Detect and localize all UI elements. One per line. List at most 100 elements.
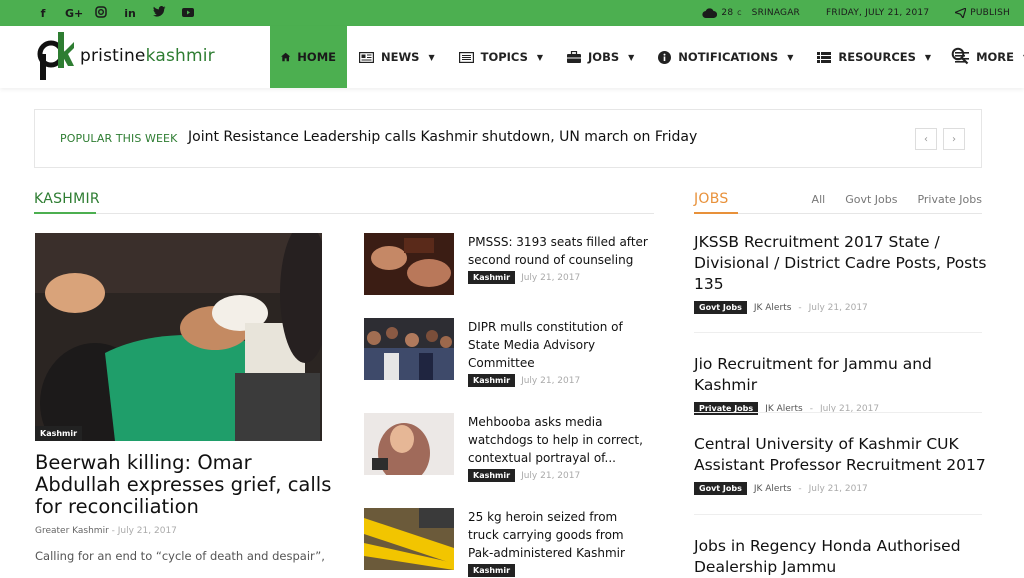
article-thumbnail — [364, 508, 454, 570]
nav-home[interactable]: HOME — [270, 26, 347, 88]
job-meta: Govt Jobs JK Alerts - July 21, 2017 — [694, 301, 989, 314]
logo-text: pristinekashmir — [80, 46, 215, 66]
ticker-headline[interactable]: Joint Resistance Leadership calls Kashmi… — [188, 129, 697, 145]
list-item[interactable]: 25 kg heroin seized from truck carrying … — [364, 508, 664, 577]
divider — [694, 412, 982, 413]
info-icon — [658, 50, 672, 64]
main-article-photo — [35, 233, 322, 441]
main-article-category[interactable]: Kashmir — [35, 426, 83, 441]
category-badge[interactable]: Kashmir — [468, 564, 516, 577]
main-article-meta: Greater Kashmir - July 21, 2017 — [35, 526, 177, 536]
category-badge[interactable]: Kashmir — [468, 374, 516, 387]
current-date: FRIDAY, JULY 21, 2017 — [826, 8, 930, 18]
article-title[interactable]: 25 kg heroin seized from truck carrying … — [468, 508, 650, 562]
article-meta: Kashmir — [468, 564, 516, 577]
twitter-icon[interactable] — [152, 6, 166, 20]
category-badge[interactable]: Private Jobs — [694, 402, 759, 415]
article-title[interactable]: PMSSS: 3193 seats filled after second ro… — [468, 233, 650, 269]
temperature-unit: C — [737, 9, 742, 17]
chevron-down-icon: ▼ — [428, 52, 435, 62]
category-badge[interactable]: Govt Jobs — [694, 301, 747, 314]
main-article-title[interactable]: Beerwah killing: Omar Abdullah expresses… — [35, 452, 335, 518]
category-badge[interactable]: Govt Jobs — [694, 482, 747, 495]
chevron-left-icon: ‹ — [924, 133, 928, 145]
facebook-icon[interactable]: f — [36, 7, 50, 20]
google-plus-icon[interactable]: G+ — [65, 7, 83, 20]
tab-private-jobs[interactable]: Private Jobs — [917, 193, 982, 206]
send-icon — [955, 8, 967, 18]
divider — [694, 514, 982, 515]
job-title[interactable]: Jobs in Regency Honda Authorised Dealers… — [694, 536, 989, 578]
ticker-label: POPULAR THIS WEEK — [60, 132, 178, 145]
nav-jobs-label: JOBS — [588, 50, 620, 64]
article-title[interactable]: Mehbooba asks media watchdogs to help in… — [468, 413, 650, 467]
search-icon[interactable] — [951, 47, 969, 65]
ticker-next-button[interactable]: › — [943, 128, 965, 150]
article-meta: Kashmir July 21, 2017 — [468, 374, 580, 387]
job-item[interactable]: Central University of Kashmir CUK Assist… — [694, 434, 989, 495]
job-title[interactable]: Central University of Kashmir CUK Assist… — [694, 434, 989, 476]
chevron-down-icon: ▼ — [628, 52, 635, 62]
tab-all[interactable]: All — [812, 193, 826, 206]
tab-govt-jobs[interactable]: Govt Jobs — [845, 193, 897, 206]
instagram-icon[interactable] — [94, 5, 108, 21]
article-date: July 21, 2017 — [521, 470, 581, 481]
nav-news[interactable]: NEWS ▼ — [347, 26, 447, 88]
linkedin-icon[interactable]: in — [123, 7, 137, 20]
main-article-date: July 21, 2017 — [117, 526, 177, 536]
main-article-image[interactable]: Kashmir — [35, 233, 322, 441]
site-logo[interactable]: pristinekashmir — [36, 30, 215, 82]
top-bar: f G+ in 28 C SRINAGAR FRIDAY, JULY 21, 2… — [0, 0, 1024, 26]
nav-notifications[interactable]: NOTIFICATIONS ▼ — [646, 26, 805, 88]
nav-home-label: HOME — [297, 50, 336, 64]
section-underline — [34, 212, 96, 214]
nav-topics-label: TOPICS — [480, 50, 528, 64]
article-meta: Kashmir July 21, 2017 — [468, 469, 580, 482]
job-meta: Govt Jobs JK Alerts - July 21, 2017 — [694, 482, 989, 495]
chevron-down-icon: ▼ — [787, 52, 794, 62]
table-list-icon — [817, 51, 832, 63]
job-meta: Private Jobs JK Alerts - July 21, 2017 — [694, 402, 989, 415]
article-thumbnail — [364, 233, 454, 295]
ticker-prev-button[interactable]: ‹ — [915, 128, 937, 150]
list-item[interactable]: PMSSS: 3193 seats filled after second ro… — [364, 233, 664, 295]
chevron-right-icon: › — [952, 133, 956, 145]
nav-jobs[interactable]: JOBS ▼ — [555, 26, 646, 88]
home-icon — [281, 52, 291, 62]
logo-text-kashmir: kashmir — [145, 46, 215, 66]
article-title[interactable]: DIPR mulls constitution of State Media A… — [468, 318, 650, 372]
main-article-excerpt: Calling for an end to “cycle of death an… — [35, 549, 325, 563]
job-item[interactable]: Jobs in Regency Honda Authorised Dealers… — [694, 536, 989, 578]
job-title[interactable]: JKSSB Recruitment 2017 State / Divisiona… — [694, 232, 989, 295]
logo-text-pristine: pristine — [80, 46, 146, 66]
cloud-icon — [702, 8, 718, 18]
job-author[interactable]: JK Alerts — [754, 303, 792, 313]
nav-more-label: MORE — [976, 50, 1015, 64]
article-thumbnail — [364, 413, 454, 475]
main-article-author[interactable]: Greater Kashmir — [35, 526, 109, 536]
publish-link[interactable]: PUBLISH — [955, 8, 1010, 18]
article-date: July 21, 2017 — [521, 375, 581, 386]
nav-topics[interactable]: TOPICS ▼ — [447, 26, 555, 88]
city: SRINAGAR — [751, 8, 801, 18]
nav-resources[interactable]: RESOURCES ▼ — [805, 26, 943, 88]
section-title-jobs[interactable]: JOBS — [694, 191, 729, 207]
category-badge[interactable]: Kashmir — [468, 469, 516, 482]
section-divider — [34, 213, 654, 214]
category-badge[interactable]: Kashmir — [468, 271, 516, 284]
job-author[interactable]: JK Alerts — [754, 484, 792, 494]
list-item[interactable]: DIPR mulls constitution of State Media A… — [364, 318, 664, 387]
list-item[interactable]: Mehbooba asks media watchdogs to help in… — [364, 413, 664, 482]
section-underline — [694, 212, 738, 214]
section-title-kashmir[interactable]: KASHMIR — [34, 191, 100, 207]
ticker-arrows: ‹ › — [915, 128, 965, 150]
article-thumbnail — [364, 318, 454, 380]
nav-news-label: NEWS — [381, 50, 420, 64]
youtube-icon[interactable] — [181, 7, 195, 20]
divider — [694, 332, 982, 333]
job-item[interactable]: Jio Recruitment for Jammu and Kashmir Pr… — [694, 354, 989, 415]
list-box-icon — [458, 51, 474, 63]
job-item[interactable]: JKSSB Recruitment 2017 State / Divisiona… — [694, 232, 989, 314]
chevron-down-icon: ▼ — [536, 52, 544, 62]
job-title[interactable]: Jio Recruitment for Jammu and Kashmir — [694, 354, 989, 396]
